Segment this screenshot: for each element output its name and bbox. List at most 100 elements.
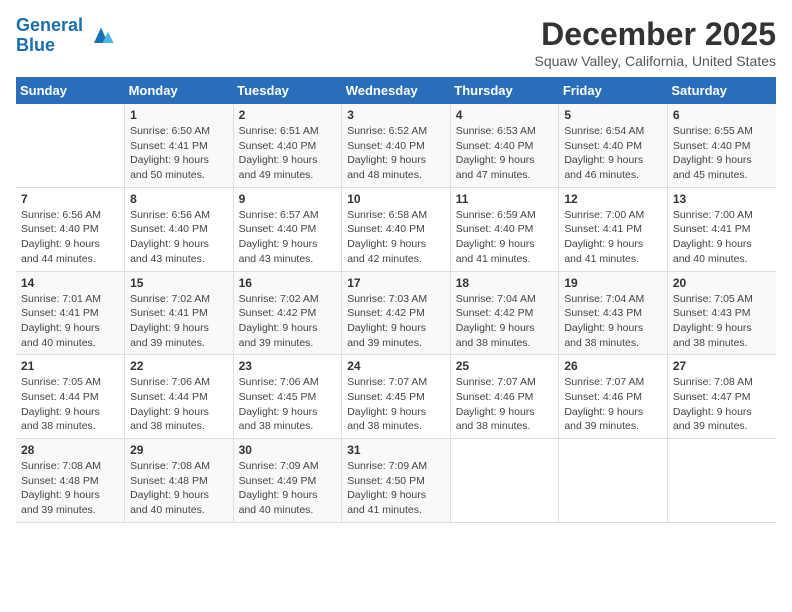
day-info: Sunrise: 7:02 AMSunset: 4:41 PMDaylight:… [130,292,228,351]
calendar-cell [16,104,125,187]
header-friday: Friday [559,77,668,104]
logo: General Blue [16,16,115,56]
day-info: Sunrise: 6:50 AMSunset: 4:41 PMDaylight:… [130,124,228,183]
calendar-cell: 2 Sunrise: 6:51 AMSunset: 4:40 PMDaylight… [233,104,342,187]
header-wednesday: Wednesday [342,77,451,104]
calendar-cell: 1 Sunrise: 6:50 AMSunset: 4:41 PMDaylight… [125,104,234,187]
day-number: 9 [239,192,337,206]
calendar-cell: 3 Sunrise: 6:52 AMSunset: 4:40 PMDaylight… [342,104,451,187]
day-number: 28 [21,443,119,457]
page-header: General Blue December 2025 Squaw Valley,… [16,16,776,69]
day-info: Sunrise: 6:57 AMSunset: 4:40 PMDaylight:… [239,208,337,267]
calendar-cell: 14 Sunrise: 7:01 AMSunset: 4:41 PMDayligh… [16,271,125,355]
day-number: 13 [673,192,771,206]
day-number: 3 [347,108,445,122]
day-number: 30 [239,443,337,457]
calendar-cell [559,439,668,523]
day-info: Sunrise: 7:02 AMSunset: 4:42 PMDaylight:… [239,292,337,351]
header-sunday: Sunday [16,77,125,104]
day-info: Sunrise: 6:58 AMSunset: 4:40 PMDaylight:… [347,208,445,267]
main-title: December 2025 [535,16,777,53]
calendar-cell: 20 Sunrise: 7:05 AMSunset: 4:43 PMDayligh… [667,271,776,355]
calendar-cell: 30 Sunrise: 7:09 AMSunset: 4:49 PMDayligh… [233,439,342,523]
header-saturday: Saturday [667,77,776,104]
day-info: Sunrise: 7:08 AMSunset: 4:48 PMDaylight:… [130,459,228,518]
day-info: Sunrise: 7:09 AMSunset: 4:50 PMDaylight:… [347,459,445,518]
calendar-cell: 26 Sunrise: 7:07 AMSunset: 4:46 PMDayligh… [559,355,668,439]
day-info: Sunrise: 7:00 AMSunset: 4:41 PMDaylight:… [564,208,662,267]
day-info: Sunrise: 7:07 AMSunset: 4:45 PMDaylight:… [347,375,445,434]
day-number: 17 [347,276,445,290]
day-info: Sunrise: 7:06 AMSunset: 4:45 PMDaylight:… [239,375,337,434]
day-number: 1 [130,108,228,122]
day-info: Sunrise: 7:00 AMSunset: 4:41 PMDaylight:… [673,208,771,267]
day-number: 8 [130,192,228,206]
day-info: Sunrise: 7:03 AMSunset: 4:42 PMDaylight:… [347,292,445,351]
day-number: 26 [564,359,662,373]
header-tuesday: Tuesday [233,77,342,104]
calendar-cell: 10 Sunrise: 6:58 AMSunset: 4:40 PMDayligh… [342,187,451,271]
day-number: 31 [347,443,445,457]
logo-icon [87,22,115,50]
day-number: 18 [456,276,554,290]
day-number: 14 [21,276,119,290]
day-info: Sunrise: 6:52 AMSunset: 4:40 PMDaylight:… [347,124,445,183]
day-info: Sunrise: 7:07 AMSunset: 4:46 PMDaylight:… [564,375,662,434]
day-number: 11 [456,192,554,206]
day-info: Sunrise: 7:05 AMSunset: 4:43 PMDaylight:… [673,292,771,351]
day-number: 19 [564,276,662,290]
calendar-cell: 17 Sunrise: 7:03 AMSunset: 4:42 PMDayligh… [342,271,451,355]
calendar-cell: 9 Sunrise: 6:57 AMSunset: 4:40 PMDaylight… [233,187,342,271]
calendar-cell: 27 Sunrise: 7:08 AMSunset: 4:47 PMDayligh… [667,355,776,439]
day-number: 2 [239,108,337,122]
day-number: 29 [130,443,228,457]
calendar-cell: 4 Sunrise: 6:53 AMSunset: 4:40 PMDaylight… [450,104,559,187]
calendar-cell: 8Sunrise: 6:56 AMSunset: 4:40 PMDaylight… [125,187,234,271]
day-number: 15 [130,276,228,290]
day-number: 25 [456,359,554,373]
day-info: Sunrise: 7:01 AMSunset: 4:41 PMDaylight:… [21,292,119,351]
day-info: Sunrise: 6:51 AMSunset: 4:40 PMDaylight:… [239,124,337,183]
week-row-4: 28 Sunrise: 7:08 AMSunset: 4:48 PMDayligh… [16,439,776,523]
week-row-0: 1 Sunrise: 6:50 AMSunset: 4:41 PMDaylight… [16,104,776,187]
header-monday: Monday [125,77,234,104]
week-row-1: 7Sunrise: 6:56 AMSunset: 4:40 PMDaylight… [16,187,776,271]
calendar-cell: 24Sunrise: 7:07 AMSunset: 4:45 PMDayligh… [342,355,451,439]
day-info: Sunrise: 7:07 AMSunset: 4:46 PMDaylight:… [456,375,554,434]
calendar-cell: 21Sunrise: 7:05 AMSunset: 4:44 PMDayligh… [16,355,125,439]
day-number: 21 [21,359,119,373]
day-info: Sunrise: 6:54 AMSunset: 4:40 PMDaylight:… [564,124,662,183]
logo-text: General Blue [16,16,83,56]
day-number: 16 [239,276,337,290]
calendar-cell: 19 Sunrise: 7:04 AMSunset: 4:43 PMDayligh… [559,271,668,355]
calendar-cell: 22 Sunrise: 7:06 AMSunset: 4:44 PMDayligh… [125,355,234,439]
day-info: Sunrise: 6:53 AMSunset: 4:40 PMDaylight:… [456,124,554,183]
calendar-cell: 7Sunrise: 6:56 AMSunset: 4:40 PMDaylight… [16,187,125,271]
calendar-cell: 25 Sunrise: 7:07 AMSunset: 4:46 PMDayligh… [450,355,559,439]
day-info: Sunrise: 7:09 AMSunset: 4:49 PMDaylight:… [239,459,337,518]
calendar-cell: 13 Sunrise: 7:00 AMSunset: 4:41 PMDayligh… [667,187,776,271]
calendar-cell [667,439,776,523]
calendar-cell: 23 Sunrise: 7:06 AMSunset: 4:45 PMDayligh… [233,355,342,439]
day-info: Sunrise: 6:55 AMSunset: 4:40 PMDaylight:… [673,124,771,183]
day-number: 23 [239,359,337,373]
day-info: Sunrise: 7:04 AMSunset: 4:42 PMDaylight:… [456,292,554,351]
calendar-cell: 31 Sunrise: 7:09 AMSunset: 4:50 PMDayligh… [342,439,451,523]
subtitle: Squaw Valley, California, United States [535,53,777,69]
day-info: Sunrise: 7:08 AMSunset: 4:47 PMDaylight:… [673,375,771,434]
day-number: 5 [564,108,662,122]
day-info: Sunrise: 7:04 AMSunset: 4:43 PMDaylight:… [564,292,662,351]
day-number: 27 [673,359,771,373]
day-number: 6 [673,108,771,122]
calendar-body: 1 Sunrise: 6:50 AMSunset: 4:41 PMDaylight… [16,104,776,522]
day-info: Sunrise: 7:06 AMSunset: 4:44 PMDaylight:… [130,375,228,434]
day-number: 10 [347,192,445,206]
day-info: Sunrise: 6:59 AMSunset: 4:40 PMDaylight:… [456,208,554,267]
calendar-header-row: SundayMondayTuesdayWednesdayThursdayFrid… [16,77,776,104]
header-thursday: Thursday [450,77,559,104]
calendar-cell: 12Sunrise: 7:00 AMSunset: 4:41 PMDayligh… [559,187,668,271]
day-number: 20 [673,276,771,290]
day-number: 4 [456,108,554,122]
day-number: 22 [130,359,228,373]
calendar-cell [450,439,559,523]
